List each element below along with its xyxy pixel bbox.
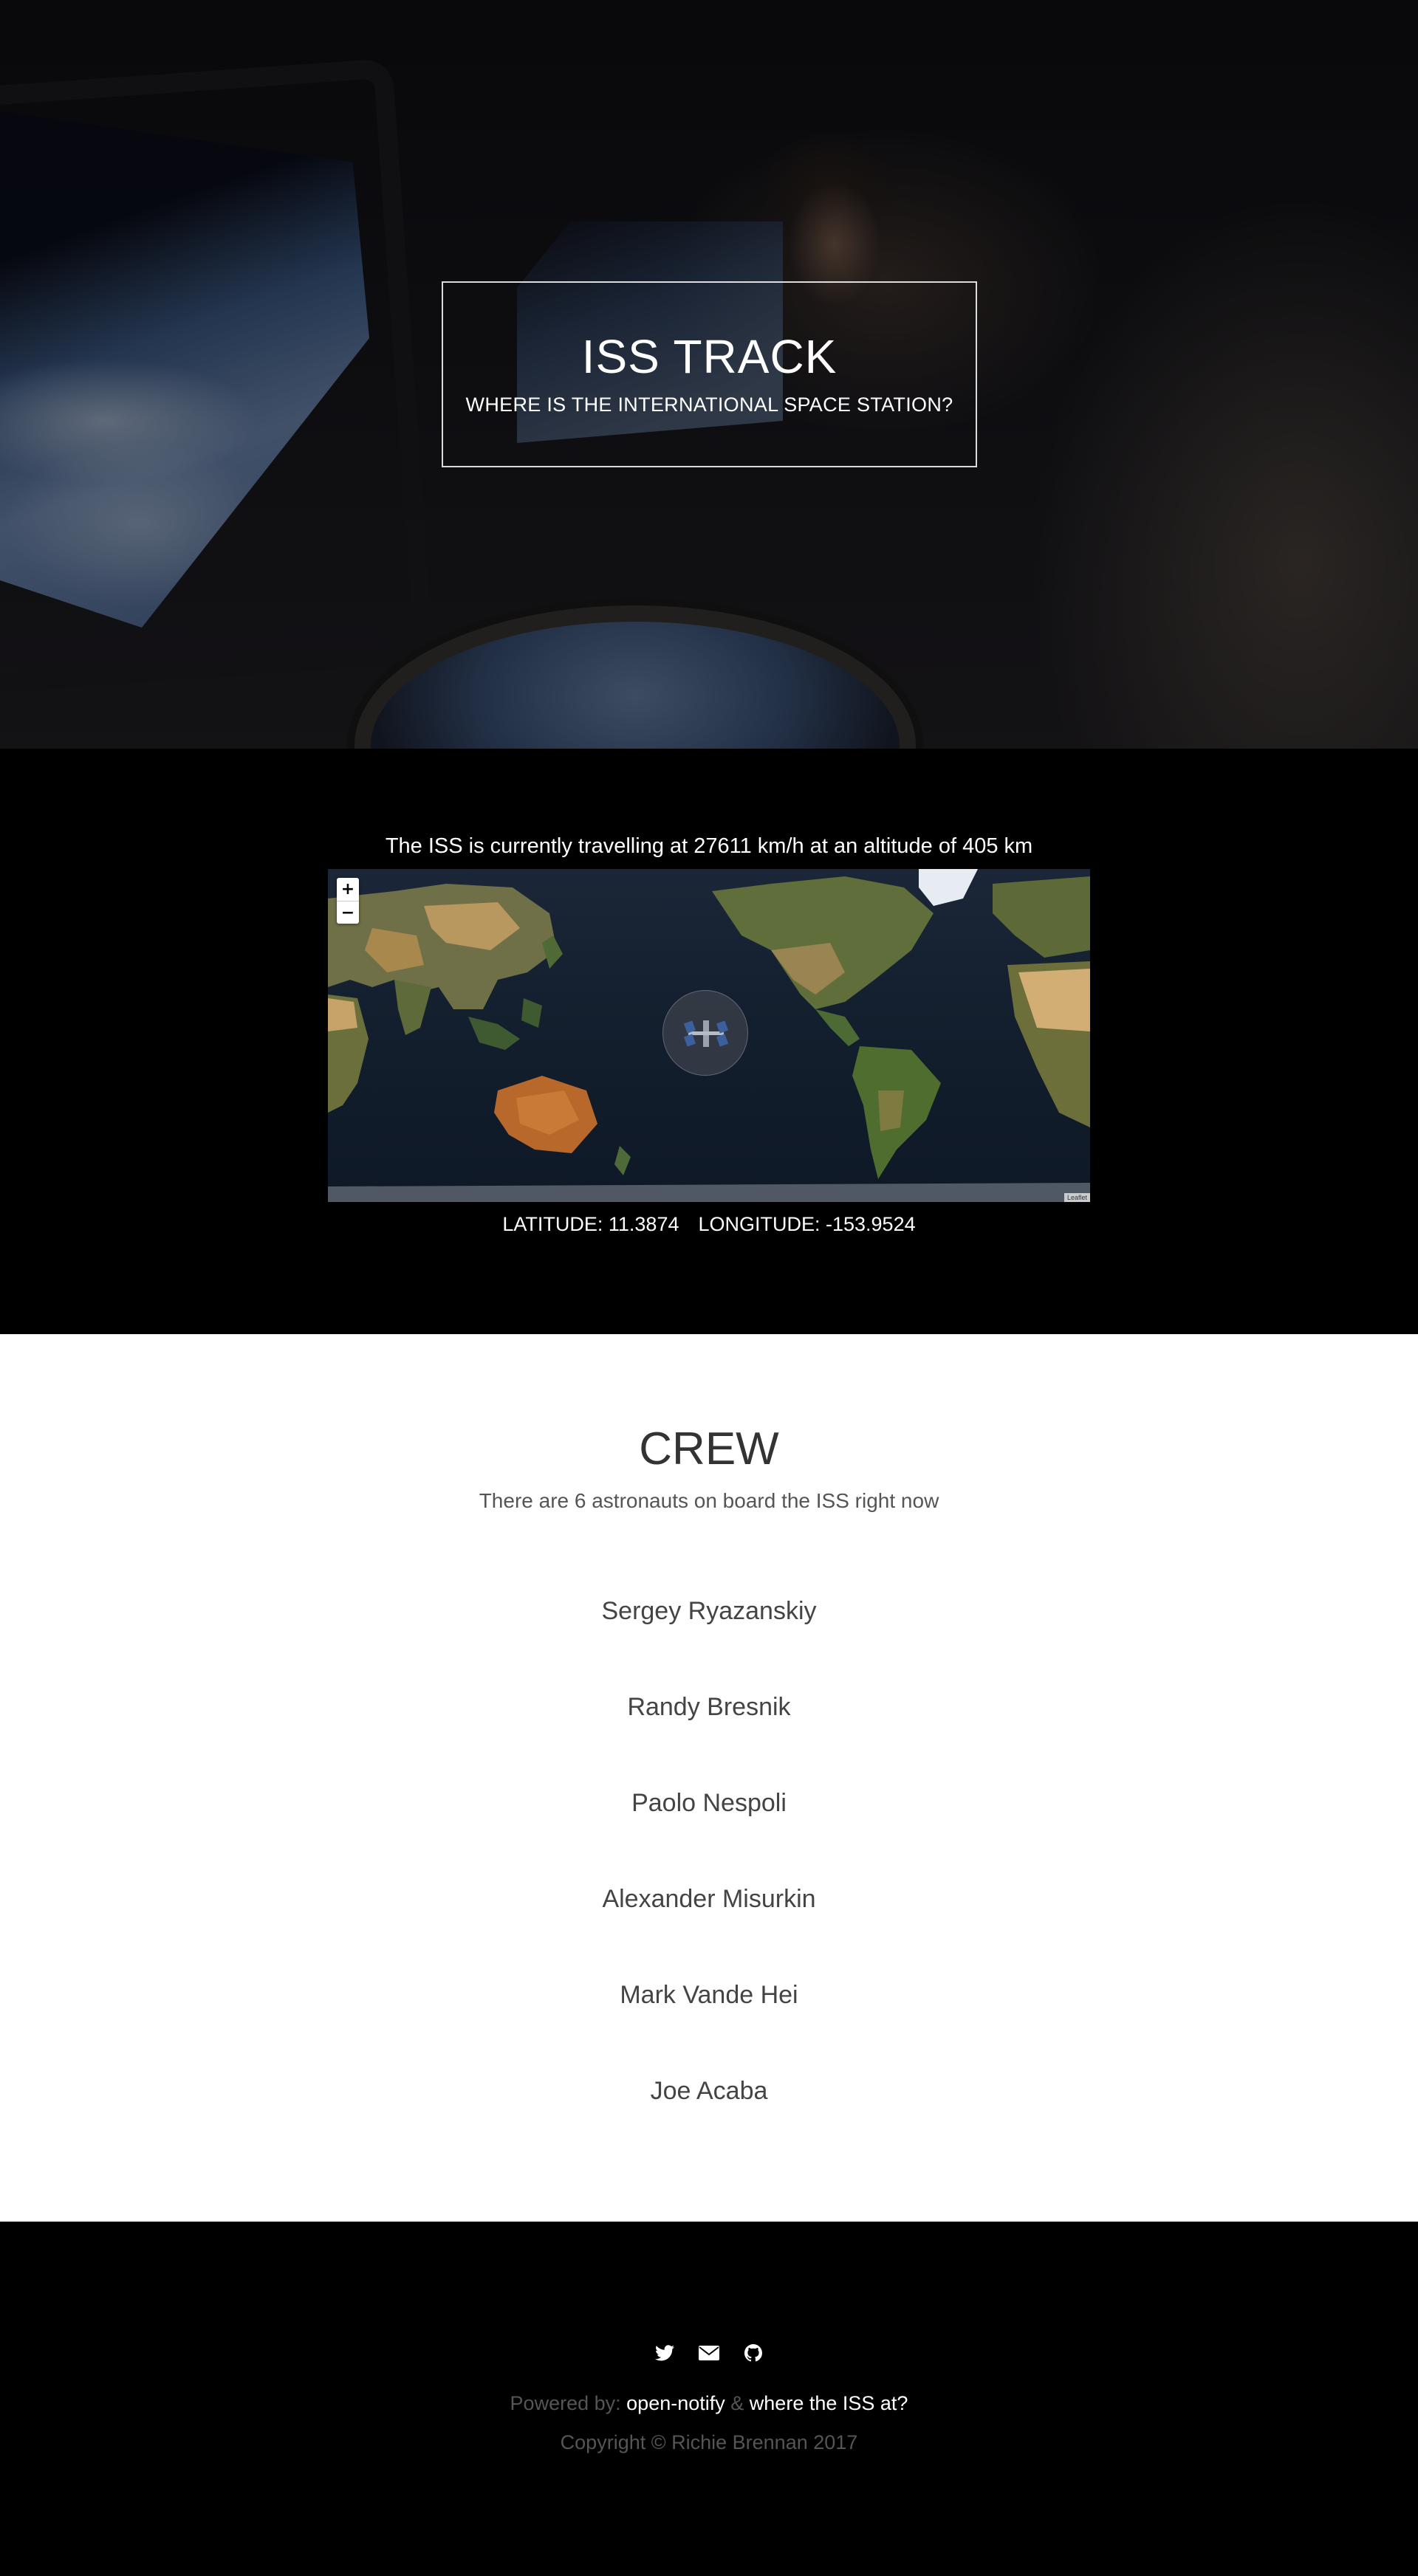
hero-title-box: ISS TRACK WHERE IS THE INTERNATIONAL SPA… (442, 281, 977, 467)
powered-by-line: Powered by: open-notify & where the ISS … (0, 2392, 1418, 2415)
longitude-value: LONGITUDE: -153.9524 (698, 1213, 916, 1235)
crew-count-text: There are 6 astronauts on board the ISS … (479, 1489, 939, 1512)
zoom-out-button[interactable]: − (337, 901, 359, 924)
page-title: ISS TRACK (581, 330, 838, 383)
crew-member: Sergey Ryazanskiy (601, 1597, 817, 1625)
twitter-icon[interactable] (654, 2342, 676, 2364)
crew-list: Sergey Ryazanskiy Randy Bresnik Paolo Ne… (0, 1596, 1418, 2172)
crew-member: Paolo Nespoli (631, 1789, 787, 1817)
envelope-icon[interactable] (698, 2342, 720, 2364)
zoom-in-button[interactable]: + (337, 878, 359, 901)
world-map[interactable]: + − Leaflet (328, 869, 1090, 1202)
crew-heading: CREW (639, 1423, 779, 1474)
iss-icon (684, 1020, 728, 1047)
copyright: Copyright © Richie Brennan 2017 (560, 2431, 858, 2453)
crew-member: Alexander Misurkin (602, 1885, 816, 1913)
speed-altitude-text: The ISS is currently travelling at 27611… (385, 834, 1033, 858)
zoom-control: + − (337, 878, 359, 924)
crew-member: Mark Vande Hei (620, 1981, 798, 2009)
where-iss-link[interactable]: where the ISS at? (750, 2392, 908, 2414)
powered-by-label: Powered by: (510, 2392, 621, 2414)
crew-section: CREW There are 6 astronauts on board the… (0, 1334, 1418, 2222)
crew-member: Randy Bresnik (627, 1693, 791, 1721)
social-links (0, 2342, 1418, 2364)
coordinates-readout: LATITUDE: 11.3874 LONGITUDE: -153.9524 (0, 1213, 1418, 1236)
map-attribution[interactable]: Leaflet (1064, 1193, 1090, 1202)
latitude-value: LATITUDE: 11.3874 (502, 1213, 679, 1235)
hero-section: ISS TRACK WHERE IS THE INTERNATIONAL SPA… (0, 0, 1418, 749)
open-notify-link[interactable]: open-notify (626, 2392, 725, 2414)
iss-position-marker[interactable] (662, 990, 748, 1076)
github-icon[interactable] (742, 2342, 764, 2364)
tracker-section: The ISS is currently travelling at 27611… (0, 749, 1418, 1334)
ampersand: & (730, 2392, 744, 2414)
page-subtitle: WHERE IS THE INTERNATIONAL SPACE STATION… (465, 394, 953, 416)
crew-member: Joe Acaba (650, 2077, 768, 2105)
footer: Powered by: open-notify & where the ISS … (0, 2222, 1418, 2576)
